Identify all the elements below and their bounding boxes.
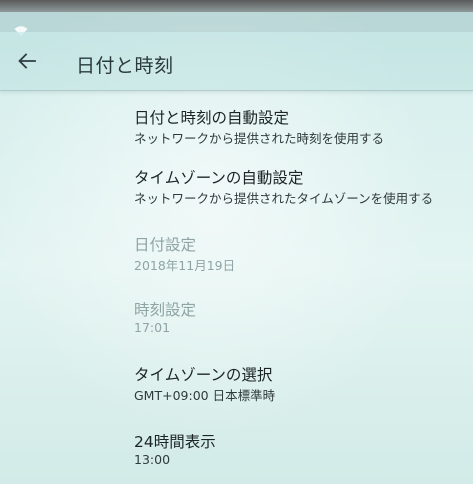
setting-set-date: 日付設定 2018年11月19日 [0,223,473,283]
device-bezel [0,0,473,12]
setting-summary: 13:00 [134,452,171,467]
page-title: 日付と時刻 [76,55,174,77]
back-button[interactable] [10,46,44,76]
setting-title: タイムゾーンの自動設定 [134,169,304,187]
setting-title: 日付と時刻の自動設定 [134,109,290,127]
setting-summary: GMT+09:00 日本標準時 [134,388,276,403]
setting-auto-time-zone[interactable]: タイムゾーンの自動設定 ネットワークから提供されたタイムゾーンを使用する [0,156,473,216]
setting-summary: ネットワークから提供されたタイムゾーンを使用する [134,191,434,206]
setting-summary: 2018年11月19日 [134,258,236,273]
setting-select-time-zone[interactable]: タイムゾーンの選択 GMT+09:00 日本標準時 [0,353,473,413]
app-bar: 日付と時刻 [0,32,473,91]
setting-set-time: 時刻設定 17:01 [0,288,473,348]
setting-title: タイムゾーンの選択 [134,366,273,384]
setting-title: 24時間表示 [134,433,216,451]
setting-summary: ネットワークから提供された時刻を使用する [134,131,385,146]
status-bar [0,12,473,36]
setting-24-hour-format[interactable]: 24時間表示 13:00 [0,420,473,480]
setting-title: 時刻設定 [134,301,197,319]
screen: 日付と時刻 日付と時刻の自動設定 ネットワークから提供された時刻を使用する タイ… [0,0,473,484]
setting-title: 日付設定 [134,236,197,254]
arrow-left-icon [18,53,36,69]
setting-auto-date-time[interactable]: 日付と時刻の自動設定 ネットワークから提供された時刻を使用する [0,96,473,156]
setting-summary: 17:01 [134,320,171,335]
